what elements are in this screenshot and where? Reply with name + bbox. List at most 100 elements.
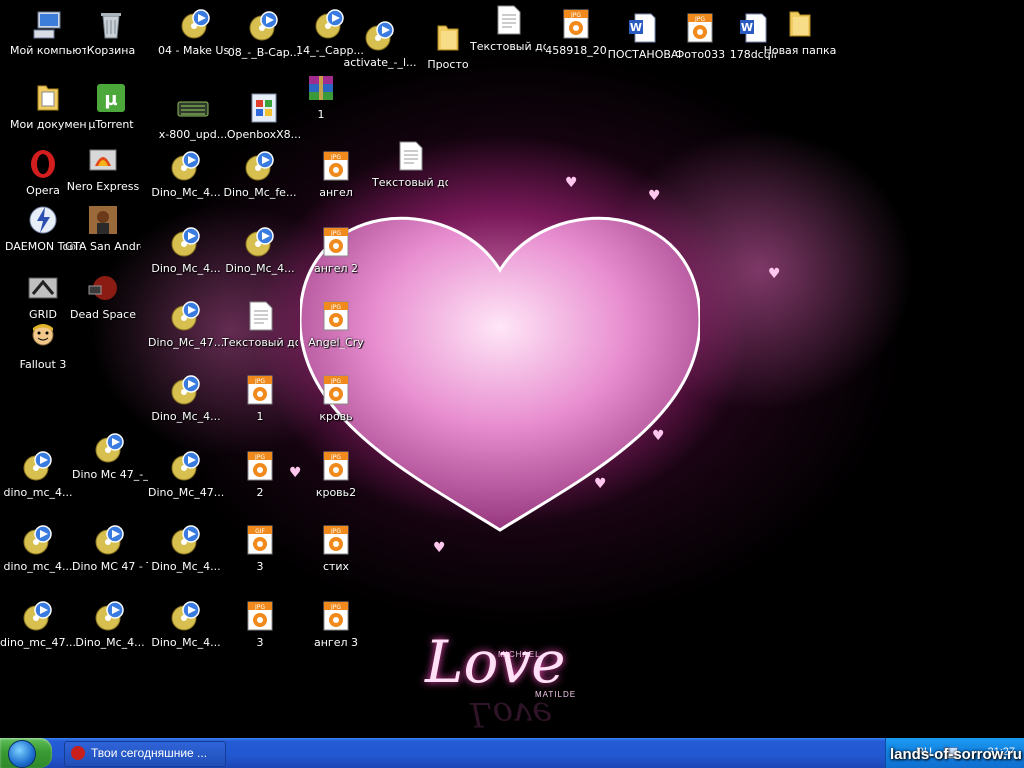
desktop-icon-13[interactable]: Новая папка <box>762 8 838 57</box>
desktop-icon-34[interactable]: Текстовый документ (2) <box>222 300 298 349</box>
desktop-icon-label: Dino_Mc_47... <box>148 336 224 349</box>
desktop-icon-label: 1 <box>317 108 325 121</box>
media-icon <box>364 20 396 52</box>
desktop-icon-42[interactable]: JPG 2 <box>222 450 298 499</box>
desktop-icon-52[interactable]: JPG 3 <box>222 600 298 649</box>
desktop-icon-38[interactable]: JPG кровь <box>298 374 374 423</box>
desktop-icon-label: кровь <box>319 410 353 423</box>
desktop-icon-15[interactable]: µ µTorrent <box>73 82 149 131</box>
desktop-icon-6[interactable]: activate_-_l... <box>342 20 418 69</box>
desktop-icon-37[interactable]: JPG 1 <box>222 374 298 423</box>
desktop-icon-label: стих <box>322 560 350 573</box>
desktop-icon-label: 08_-_B-Cap... <box>227 46 301 59</box>
daemon-icon <box>27 204 59 236</box>
media-icon <box>94 432 126 464</box>
desktop-icon-39[interactable]: Dino Mc 47_-_Расст... <box>72 432 148 481</box>
desktop-icon-43[interactable]: JPG кровь2 <box>298 450 374 499</box>
desktop-icon-label: 458918_20 <box>545 44 607 57</box>
folder-icon <box>784 8 816 40</box>
desktop-icon-label: GTA San Andreas <box>65 240 141 253</box>
desktop-icon-label: Dino_Mc_4... <box>151 560 221 573</box>
desktop-icon-26[interactable]: GTA San Andreas <box>65 204 141 253</box>
svg-text:JPG: JPG <box>254 454 265 461</box>
watermark: lands-of-sorrow.ru <box>890 746 1022 763</box>
desktop-icon-label: Корзина <box>86 44 136 57</box>
desktop-icon-48[interactable]: JPG стих <box>298 524 374 573</box>
desktop-icon-label: Fallout 3 <box>19 358 67 371</box>
desktop-icon-45[interactable]: Dino MC 47 - Твои Прави... <box>72 524 148 573</box>
jpg-icon: JPG <box>320 600 352 632</box>
media-icon <box>180 8 212 40</box>
desktop-icon-18[interactable]: 1 <box>283 72 359 121</box>
desktop-icon-label: dino_mc_47... <box>0 636 76 649</box>
folder-icon <box>432 22 464 54</box>
fallout-icon <box>27 322 59 354</box>
svg-text:JPG: JPG <box>330 230 341 237</box>
desktop-icon-29[interactable]: JPG ангел 2 <box>298 226 374 275</box>
desktop-icon-24[interactable]: Текстовый документ (3) <box>372 140 448 189</box>
word-icon: W <box>627 12 659 44</box>
desktop-icon-label: 04 - Make Us High <box>158 44 234 57</box>
desktop-icon-36[interactable]: Dino_Mc_4... <box>148 374 224 423</box>
keyboard-icon <box>177 92 209 124</box>
desktop-icon-28[interactable]: Dino_Mc_4... <box>222 226 298 275</box>
jpg-icon: JPG <box>320 374 352 406</box>
desktop-icon-label: Dino_Mc_47... <box>148 486 224 499</box>
start-button[interactable] <box>0 738 52 768</box>
desktop-icon-50[interactable]: Dino_Mc_4... <box>72 600 148 649</box>
desktop-icon-label: ангел 3 <box>313 636 358 649</box>
desktop-icon-3[interactable]: 04 - Make Us High <box>158 8 234 57</box>
desktop-icon-51[interactable]: Dino_Mc_4... <box>148 600 224 649</box>
desktop-icon-2[interactable]: Корзина <box>73 8 149 57</box>
jpg-icon: JPG <box>320 450 352 482</box>
desktop-icon-41[interactable]: Dino_Mc_47... <box>148 450 224 499</box>
media-icon <box>170 450 202 482</box>
computer-icon <box>32 8 64 40</box>
desktop-icon-4[interactable]: 08_-_B-Cap... <box>226 10 302 59</box>
svg-text:JPG: JPG <box>330 528 341 535</box>
wallpaper-mini-heart: ♥ <box>652 428 665 444</box>
svg-text:JPG: JPG <box>694 16 705 23</box>
jpg-icon: JPG <box>244 450 276 482</box>
jpg-icon: JPG <box>320 150 352 182</box>
desktop-icon-label: µTorrent <box>88 118 134 131</box>
desktop-icon-label: dino_mc_4... <box>3 486 73 499</box>
desktop-icon-label: Текстовый документ (2) <box>222 336 298 349</box>
desktop-icon-40[interactable]: dino_mc_4... <box>0 450 76 499</box>
desktop-icon-16[interactable]: x-800_upd... <box>155 92 231 141</box>
opera-icon <box>71 746 85 760</box>
desktop-icon-53[interactable]: JPG ангел 3 <box>298 600 374 649</box>
media-icon <box>170 226 202 258</box>
desktop-icon-9[interactable]: JPG 458918_20 <box>538 8 614 57</box>
desktop-icon-44[interactable]: dino_mc_4... <box>0 524 76 573</box>
wallpaper-mini-heart: ♥ <box>648 188 661 204</box>
taskbar-item-browser[interactable]: Твои сегодняшние ... <box>64 741 226 767</box>
desktop-icon-label: 3 <box>256 636 264 649</box>
desktop-icon-20[interactable]: Nero Express <box>65 144 141 193</box>
desktop-icon-label: Текстовый документ (3) <box>372 176 448 189</box>
desktop-icon-label: 2 <box>256 486 264 499</box>
desktop-icon-32[interactable]: Fallout 3 <box>5 322 81 371</box>
svg-text:µ: µ <box>104 89 117 110</box>
desktop-icon-49[interactable]: dino_mc_47... <box>0 600 76 649</box>
gif-icon: GIF <box>244 524 276 556</box>
desktop-icon-35[interactable]: JPG Angel_Cry <box>298 300 374 349</box>
desktop-icon-22[interactable]: Dino_Mc_fe... <box>222 150 298 199</box>
media-icon <box>170 300 202 332</box>
jpg-icon: JPG <box>320 226 352 258</box>
desktop-icon-21[interactable]: Dino_Mc_4... <box>148 150 224 199</box>
jpg-icon: JPG <box>320 300 352 332</box>
desktop-icon-8[interactable]: Текстовый документ <box>470 4 546 53</box>
desktop-icon-31[interactable]: Dead Space <box>65 272 141 321</box>
desktop-icon-label: Dino Mc 47_-_Расст... <box>72 468 148 481</box>
desktop-icon-label: Dino_Mc_4... <box>151 410 221 423</box>
desktop-icon-label: x-800_upd... <box>158 128 228 141</box>
desktop-icon-27[interactable]: Dino_Mc_4... <box>148 226 224 275</box>
desktop-icon-33[interactable]: Dino_Mc_47... <box>148 300 224 349</box>
desktop-icon-label: Dead Space <box>70 308 136 321</box>
desktop-icon-47[interactable]: GIF 3 <box>222 524 298 573</box>
desktop-icon-23[interactable]: JPG ангел <box>298 150 374 199</box>
wallpaper-mini-heart: ♥ <box>768 266 781 282</box>
desktop-icon-label: кровь2 <box>315 486 357 499</box>
desktop-icon-46[interactable]: Dino_Mc_4... <box>148 524 224 573</box>
